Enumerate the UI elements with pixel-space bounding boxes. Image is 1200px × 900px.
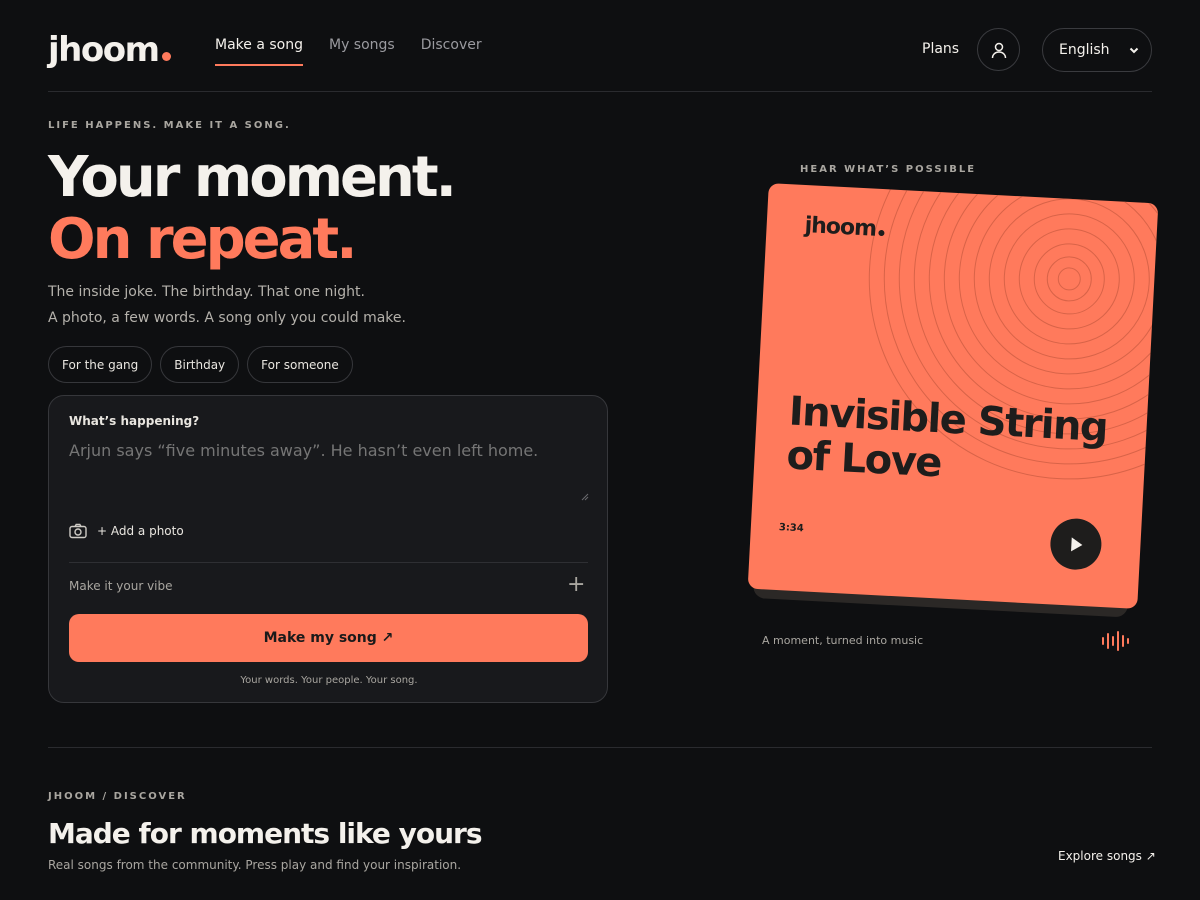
preview-eyebrow: HEAR WHAT’S POSSIBLE — [800, 164, 977, 175]
song-duration: 3:34 — [778, 522, 805, 535]
preview-caption: A moment, turned into music — [762, 634, 924, 647]
hero-eyebrow: LIFE HAPPENS. MAKE IT A SONG. — [48, 120, 291, 131]
hero-title-line2: On repeat. — [48, 207, 357, 272]
chip-birthday[interactable]: Birthday — [160, 346, 240, 383]
make-my-song-button[interactable]: Make my song ↗ — [69, 614, 588, 662]
plus-icon[interactable]: + — [567, 574, 585, 596]
discover-subtitle: Real songs from the community. Press pla… — [48, 858, 462, 872]
discover-title: Made for moments like yours — [48, 817, 483, 850]
chip-for-the-gang[interactable]: For the gang — [48, 346, 153, 383]
play-button[interactable] — [1049, 517, 1103, 571]
nav-make-a-song[interactable]: Make a song — [215, 36, 303, 66]
discover-eyebrow: JHOOM / DISCOVER — [48, 791, 187, 802]
song-card-logo: jhoom — [804, 213, 886, 242]
composer-card: What’s happening? + Add a photo Make it … — [48, 395, 608, 703]
logo-dot — [161, 52, 171, 61]
resize-grip-icon[interactable] — [581, 493, 589, 501]
composer-label: What’s happening? — [69, 414, 200, 428]
explore-songs-link[interactable]: Explore songs ↗ — [1058, 849, 1156, 863]
section-divider — [48, 747, 1152, 748]
user-icon — [991, 42, 1006, 58]
main-nav: Make a song My songs Discover — [215, 36, 482, 66]
song-card-logo-text: jhoom — [804, 213, 877, 242]
account-button[interactable] — [977, 28, 1020, 71]
add-photo-label: + Add a photo — [97, 524, 184, 538]
composer-footnote: Your words. Your people. Your song. — [240, 675, 418, 686]
chip-for-someone[interactable]: For someone — [247, 346, 353, 383]
song-card[interactable]: jhoom Invisible String of Love 3:34 — [747, 183, 1159, 609]
song-card-logo-dot — [878, 229, 885, 237]
moment-textarea[interactable] — [69, 440, 588, 502]
waveform-icon — [1102, 631, 1129, 651]
nav-discover[interactable]: Discover — [421, 36, 482, 66]
add-photo-button[interactable]: + Add a photo — [69, 523, 184, 539]
hero-subtitle-line2: A photo, a few words. A song only you co… — [48, 310, 406, 326]
language-value: English — [1059, 42, 1110, 58]
logo-text: jhoom — [48, 30, 160, 70]
song-title: Invisible String of Love — [785, 388, 1109, 487]
occasion-chips: For the gang Birthday For someone — [48, 346, 353, 383]
hero-title-line1: Your moment. — [48, 145, 457, 210]
header-divider — [48, 91, 1152, 92]
plans-link[interactable]: Plans — [922, 40, 959, 58]
vibe-toggle-label[interactable]: Make it your vibe — [69, 579, 173, 593]
nav-my-songs[interactable]: My songs — [329, 36, 395, 66]
composer-divider — [69, 562, 588, 563]
language-select[interactable]: English — [1042, 28, 1152, 72]
camera-icon — [69, 523, 87, 539]
hero-subtitle-line1: The inside joke. The birthday. That one … — [48, 284, 365, 300]
play-icon — [1070, 536, 1082, 551]
chevron-down-icon — [1129, 47, 1139, 54]
logo[interactable]: jhoom — [48, 28, 171, 72]
